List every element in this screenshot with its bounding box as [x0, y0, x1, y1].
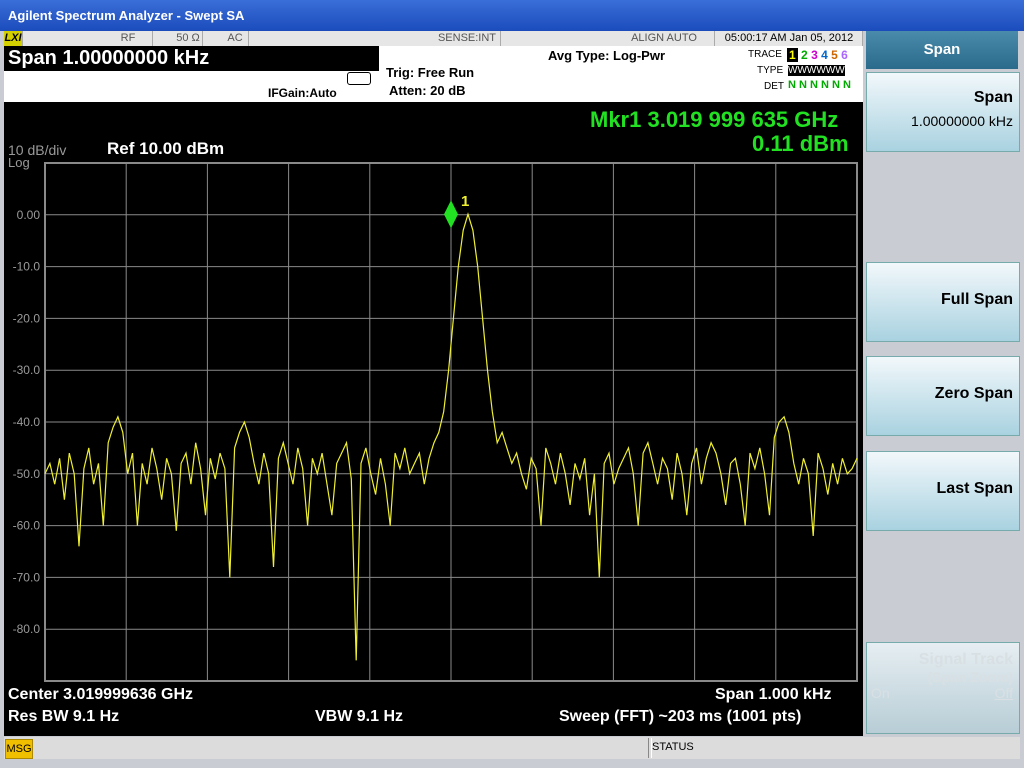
- y-tick-label: -30.0: [13, 363, 41, 377]
- last-span-button[interactable]: Last Span: [866, 451, 1020, 531]
- y-tick-label: -10.0: [13, 260, 41, 274]
- span-softkey[interactable]: Span 1.00000000 kHz: [866, 72, 1020, 152]
- y-tick-label: -70.0: [13, 570, 41, 584]
- last-span-label: Last Span: [936, 480, 1013, 497]
- y-tick-label: -50.0: [13, 467, 41, 481]
- sweep-info: Sweep (FFT) ~203 ms (1001 pts): [559, 708, 802, 725]
- y-tick-label: -80.0: [13, 622, 41, 636]
- y-tick-label: -60.0: [13, 519, 41, 533]
- zero-span-label: Zero Span: [934, 385, 1013, 402]
- softkey-menu-title: Span: [866, 31, 1018, 69]
- y-tick-label: 0.00: [17, 208, 41, 222]
- span-softkey-label: Span: [973, 89, 1013, 106]
- signal-track-off: Off: [994, 685, 1013, 701]
- signal-track-on: On: [871, 685, 890, 701]
- y-tick-label: -40.0: [13, 415, 41, 429]
- bottom-status-bar: [4, 737, 1020, 759]
- full-span-label: Full Span: [941, 291, 1013, 308]
- span-softkey-value: 1.00000000 kHz: [911, 113, 1013, 129]
- span-footer: Span 1.000 kHz: [715, 686, 832, 703]
- marker-number: 1: [461, 193, 469, 210]
- y-tick-label: -20.0: [13, 311, 41, 325]
- signal-track-button[interactable]: Signal Track (Span Zoom) On Off: [866, 642, 1020, 734]
- center-freq: Center 3.019999636 GHz: [8, 686, 193, 703]
- vbw: VBW 9.1 Hz: [315, 708, 404, 725]
- marker-diamond: [444, 200, 458, 229]
- signal-track-sub: (Span Zoom): [927, 669, 1013, 685]
- res-bw: Res BW 9.1 Hz: [8, 708, 120, 725]
- signal-track-label: Signal Track: [918, 651, 1013, 668]
- status-label: STATUS: [652, 741, 694, 753]
- spectrum-plot[interactable]: 0.00 -10.0 -20.0 -30.0 -40.0 -50.0 -60.0 -70.0 -…: [0, 0, 864, 736]
- full-span-button[interactable]: Full Span: [866, 262, 1020, 342]
- msg-indicator[interactable]: MSG: [5, 739, 33, 759]
- zero-span-button[interactable]: Zero Span: [866, 356, 1020, 436]
